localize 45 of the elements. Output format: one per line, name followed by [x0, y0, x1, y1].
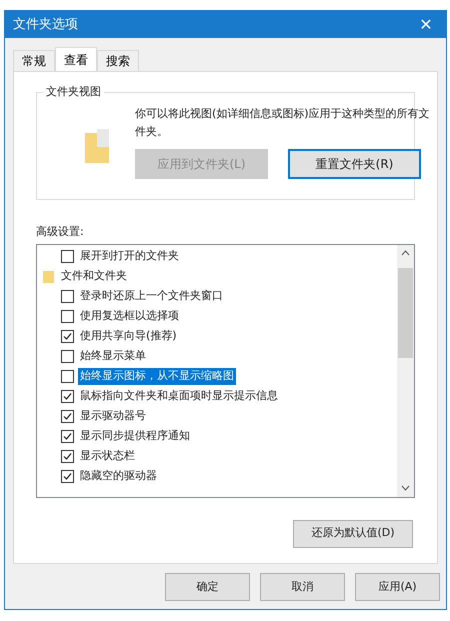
checkbox[interactable] — [61, 390, 74, 403]
option-label: 展开到打开的文件夹 — [79, 248, 180, 264]
checkmark-icon — [63, 332, 72, 341]
checkbox[interactable] — [61, 410, 74, 423]
section-label: 高级设置: — [36, 224, 85, 240]
scrollbar[interactable] — [397, 244, 414, 496]
checkbox[interactable] — [61, 350, 74, 363]
option-label: 显示驱动器号 — [79, 408, 147, 424]
dialog-button[interactable]: 取消 — [260, 573, 345, 601]
checkbox[interactable] — [61, 250, 74, 263]
restore-defaults-button[interactable]: 还原为默认值(D) — [293, 520, 413, 548]
dialog-button[interactable]: 应用(A) — [355, 573, 440, 601]
option-label: 使用共享向导(推荐) — [79, 328, 178, 344]
window-title: 文件夹选项 — [13, 16, 78, 34]
checkmark-icon — [63, 452, 72, 461]
option-label: 始终显示图标，从不显示缩略图 — [78, 368, 236, 385]
checkbox[interactable] — [61, 330, 74, 343]
option-label: 使用复选框以选择项 — [79, 308, 180, 324]
checkmark-icon — [63, 472, 72, 481]
checkbox[interactable] — [61, 290, 74, 303]
checkbox[interactable] — [61, 450, 74, 463]
checkmark-icon — [63, 412, 72, 421]
option-label: 显示状态栏 — [79, 448, 136, 464]
dialog-button[interactable]: 确定 — [165, 573, 250, 601]
close-button[interactable]: ✕ — [414, 12, 438, 36]
scroll-thumb[interactable] — [398, 268, 413, 358]
description-text: 你可以将此视图(如详细信息或图标)应用于这种类型的所有文件夹。 — [135, 106, 431, 140]
checkmark-icon — [63, 392, 72, 401]
folder-button[interactable]: 重置文件夹(R) — [288, 149, 421, 179]
folder-icon — [85, 129, 109, 163]
folder-icon — [43, 270, 54, 282]
option-label: 隐藏空的驱动器 — [79, 468, 158, 484]
option-label: 显示同步提供程序通知 — [79, 428, 191, 444]
option-label: 登录时还原上一个文件夹窗口 — [79, 288, 224, 304]
tab[interactable]: 查看 — [55, 47, 97, 71]
checkmark-icon — [63, 432, 72, 441]
checkbox[interactable] — [61, 470, 74, 483]
option-label: 始终显示菜单 — [79, 348, 147, 364]
checkbox[interactable] — [61, 310, 74, 323]
tab[interactable]: 搜索 — [97, 50, 139, 71]
tab[interactable]: 常规 — [13, 50, 55, 71]
checkbox[interactable] — [61, 430, 74, 443]
checkbox[interactable] — [61, 370, 74, 383]
option-label: 鼠标指向文件夹和桌面项时显示提示信息 — [79, 388, 279, 404]
option-label: 文件和文件夹 — [60, 268, 128, 284]
